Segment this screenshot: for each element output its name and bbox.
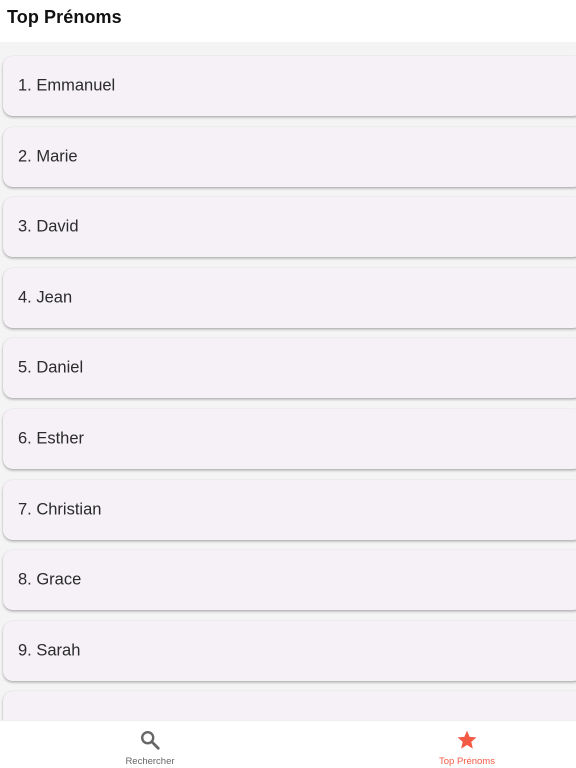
list-item-label: 2. Marie (18, 147, 78, 166)
nav-tab-label: Top Prénoms (439, 756, 495, 767)
list-item-label: 7. Christian (18, 500, 102, 519)
names-list-container[interactable]: 1. Emmanuel 2. Marie 3. David 4. Jean 5.… (0, 42, 576, 720)
list-item[interactable]: 8. Grace (3, 550, 576, 611)
nav-tab-rechercher[interactable]: Rechercher (6, 721, 294, 768)
page-title: Top Prénoms (7, 7, 122, 27)
nav-tab-label: Rechercher (125, 756, 175, 767)
nav-tab-top-prenoms[interactable]: Top Prénoms (323, 721, 576, 768)
bottom-navigation-bar: Rechercher Top Prénoms (0, 720, 576, 768)
list-item-label: 3. David (18, 217, 79, 236)
list-item-label: 1. Emmanuel (18, 76, 116, 95)
app-header: Top Prénoms (0, 0, 576, 42)
list-item[interactable]: 4. Jean (3, 267, 576, 328)
list-item[interactable]: 3. David (3, 197, 576, 258)
list-item[interactable]: 5. Daniel (3, 338, 576, 399)
list-item-label: 9. Sarah (18, 641, 81, 660)
list-item-label: 4. Jean (18, 288, 73, 307)
app-screen: Top Prénoms 1. Emmanuel 2. Marie 3. Davi… (0, 0, 576, 768)
list-item-label: 5. Daniel (18, 358, 84, 377)
list-item[interactable]: 1. Emmanuel (3, 56, 576, 116)
list-item-partial[interactable] (3, 691, 576, 720)
names-list: 1. Emmanuel 2. Marie 3. David 4. Jean 5.… (0, 56, 576, 720)
list-item-label: 6. Esther (18, 429, 85, 448)
star-icon (457, 730, 477, 749)
list-item[interactable]: 2. Marie (3, 126, 576, 187)
list-item-label: 8. Grace (18, 570, 82, 589)
search-icon (141, 731, 160, 750)
list-item[interactable]: 7. Christian (3, 479, 576, 540)
list-item[interactable]: 6. Esther (3, 408, 576, 469)
list-item[interactable]: 9. Sarah (3, 620, 576, 681)
